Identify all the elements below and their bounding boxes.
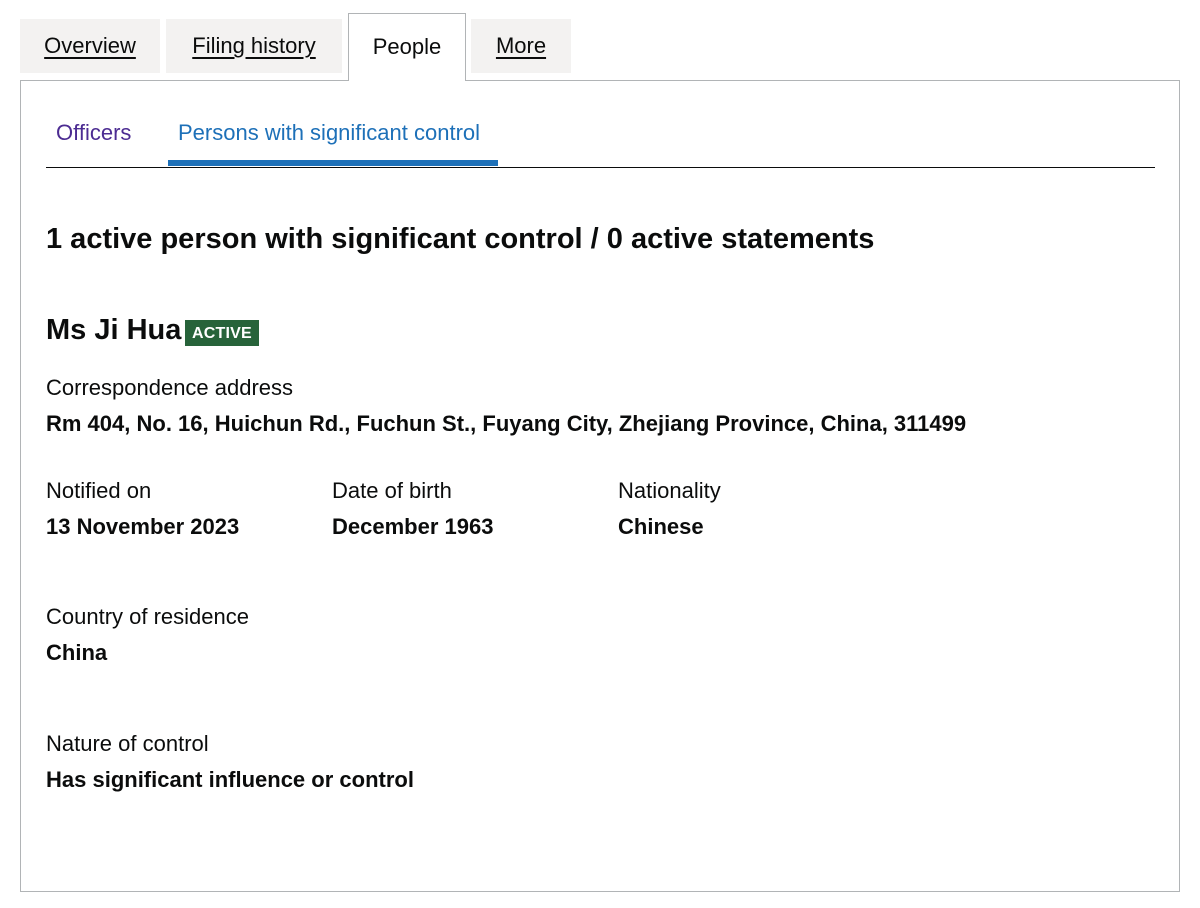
status-badge: ACTIVE [185,320,259,346]
tab-overview[interactable]: Overview [20,19,160,73]
page: Overview Filing history People More Offi… [0,0,1200,908]
tab-more[interactable]: More [471,19,571,73]
nature-of-control-value: Has significant influence or control [46,767,414,792]
subtab-officers[interactable]: Officers [56,119,131,147]
subtab-persons-with-significant-control[interactable]: Persons with significant control [178,119,480,147]
page-heading: 1 active person with significant control… [46,223,875,255]
country-of-residence-value: China [46,640,108,665]
person-name[interactable]: Ms Ji Hua [46,312,181,348]
nationality-label: Nationality [618,478,721,503]
notified-on-label: Notified on [46,478,152,503]
country-of-residence-label: Country of residence [46,604,249,629]
date-of-birth-value: December 1963 [332,514,494,539]
people-panel: Officers Persons with significant contro… [20,80,1180,892]
tab-filing-history[interactable]: Filing history [166,19,342,73]
correspondence-address-label: Correspondence address [46,375,294,400]
nature-of-control-label: Nature of control [46,731,209,756]
correspondence-address-value: Rm 404, No. 16, Huichun Rd., Fuchun St.,… [46,411,967,436]
nationality-value: Chinese [618,514,704,539]
selected-subtab-indicator [168,160,498,166]
notified-on-value: 13 November 2023 [46,514,240,539]
date-of-birth-label: Date of birth [332,478,452,503]
sub-tabs: Officers Persons with significant contro… [46,81,1155,168]
tab-people[interactable]: People [348,13,466,81]
